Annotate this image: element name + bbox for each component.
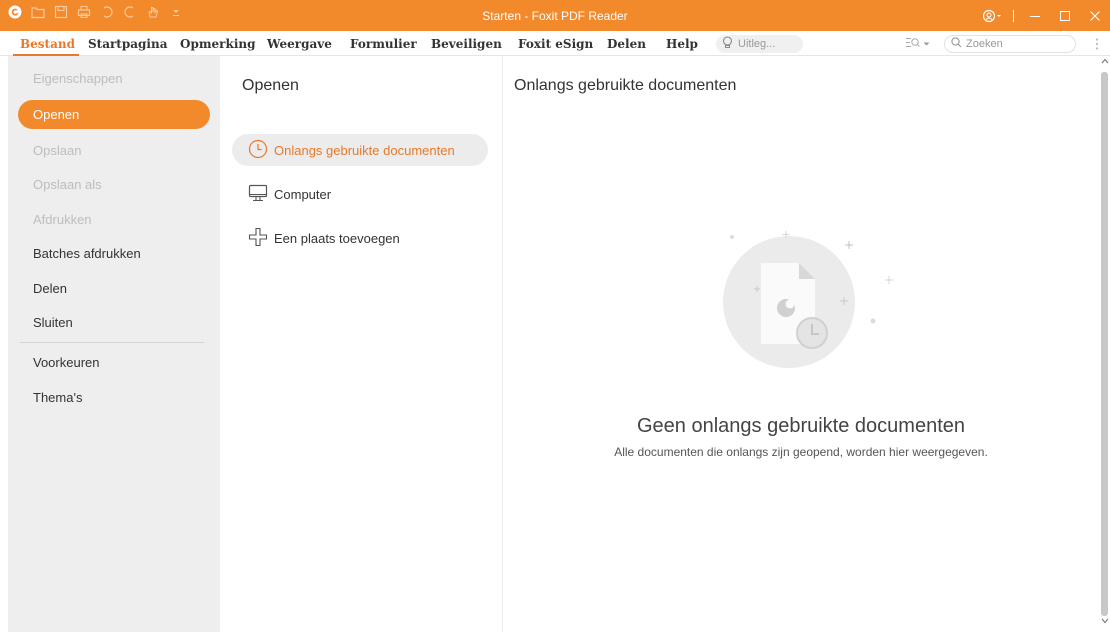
title-separator	[1008, 0, 1020, 31]
location-label: Computer	[274, 186, 332, 202]
add-place-icon	[248, 227, 268, 250]
sidebar-item-delen[interactable]: Delen	[18, 274, 210, 303]
menu-bestand[interactable]: Bestand	[20, 37, 75, 51]
search-input[interactable]: Zoeken	[944, 35, 1076, 53]
sidebar-item-sluiten[interactable]: Sluiten	[18, 308, 210, 337]
maximize-icon[interactable]	[1050, 0, 1080, 31]
sidebar-item-batches-afdrukken[interactable]: Batches afdrukken	[18, 239, 210, 268]
scroll-down-icon[interactable]	[1099, 618, 1110, 630]
account-icon[interactable]	[978, 0, 1008, 31]
location-label: Onlangs gebruikte documenten	[274, 142, 455, 158]
empty-state-title: Geen onlangs gebruikte documenten	[636, 415, 965, 437]
panel-title: Openen	[242, 77, 299, 94]
scroll-up-icon[interactable]	[1099, 58, 1110, 70]
lightbulb-icon	[722, 36, 733, 52]
menu-foxit-esign[interactable]: Foxit eSign	[518, 37, 593, 51]
open-locations-panel: Openen Onlangs gebruikte documenten Comp…	[220, 56, 503, 632]
computer-icon	[248, 184, 268, 205]
menu-bar: Bestand Startpagina Opmerking Weergave F…	[0, 31, 1110, 56]
location-recent-documents[interactable]: Onlangs gebruikte documenten	[232, 134, 488, 166]
location-computer[interactable]: Computer	[232, 178, 488, 210]
window-title: Starten - Foxit PDF Reader	[482, 9, 628, 23]
sidebar-divider	[20, 342, 204, 343]
location-label: Een plaats toevoegen	[274, 230, 400, 246]
close-icon[interactable]	[1080, 0, 1110, 31]
menu-startpagina[interactable]: Startpagina	[88, 37, 167, 51]
find-options[interactable]	[906, 37, 930, 51]
menu-formulier[interactable]: Formulier	[350, 37, 417, 51]
sidebar-item-afdrukken[interactable]: Afdrukken	[18, 205, 210, 234]
sidebar-item-openen[interactable]: Openen	[18, 100, 210, 129]
tell-me-placeholder: Uitleg...	[738, 38, 776, 50]
sidebar-item-eigenschappen[interactable]: Eigenschappen	[18, 64, 210, 93]
sidebar-item-opslaan-als[interactable]: Opslaan als	[18, 170, 210, 199]
menu-beveiligen[interactable]: Beveiligen	[431, 37, 502, 51]
backstage-sidebar: Eigenschappen Openen Opslaan Opslaan als…	[8, 56, 220, 632]
search-placeholder: Zoeken	[966, 38, 1003, 50]
menu-delen[interactable]: Delen	[607, 37, 646, 51]
menu-opmerking[interactable]: Opmerking	[180, 37, 256, 51]
location-add-place[interactable]: Een plaats toevoegen	[232, 222, 488, 254]
empty-state-description: Alle documenten die onlangs zijn geopend…	[614, 445, 988, 459]
menu-help[interactable]: Help	[666, 37, 698, 51]
search-icon	[951, 37, 962, 51]
recent-title: Onlangs gebruikte documenten	[514, 77, 737, 94]
empty-documents-illustration	[723, 231, 893, 368]
sidebar-item-opslaan[interactable]: Opslaan	[18, 136, 210, 165]
more-options-icon[interactable]	[1090, 36, 1104, 52]
scrollbar-thumb[interactable]	[1101, 72, 1108, 616]
window-controls	[978, 0, 1110, 31]
minimize-icon[interactable]	[1020, 0, 1050, 31]
menu-weergave[interactable]: Weergave	[267, 37, 332, 51]
title-bar: Starten - Foxit PDF Reader	[0, 0, 1110, 31]
tell-me-field[interactable]: Uitleg...	[716, 35, 803, 53]
sidebar-item-themas[interactable]: Thema's	[18, 383, 210, 412]
advanced-search-icon	[906, 37, 920, 51]
clock-icon	[248, 139, 268, 162]
sidebar-item-voorkeuren[interactable]: Voorkeuren	[18, 348, 210, 377]
vertical-scrollbar[interactable]	[1099, 56, 1110, 632]
recent-documents-view: Onlangs gebruikte documenten Geen onlang…	[503, 56, 1099, 632]
chevron-down-icon	[923, 39, 930, 49]
